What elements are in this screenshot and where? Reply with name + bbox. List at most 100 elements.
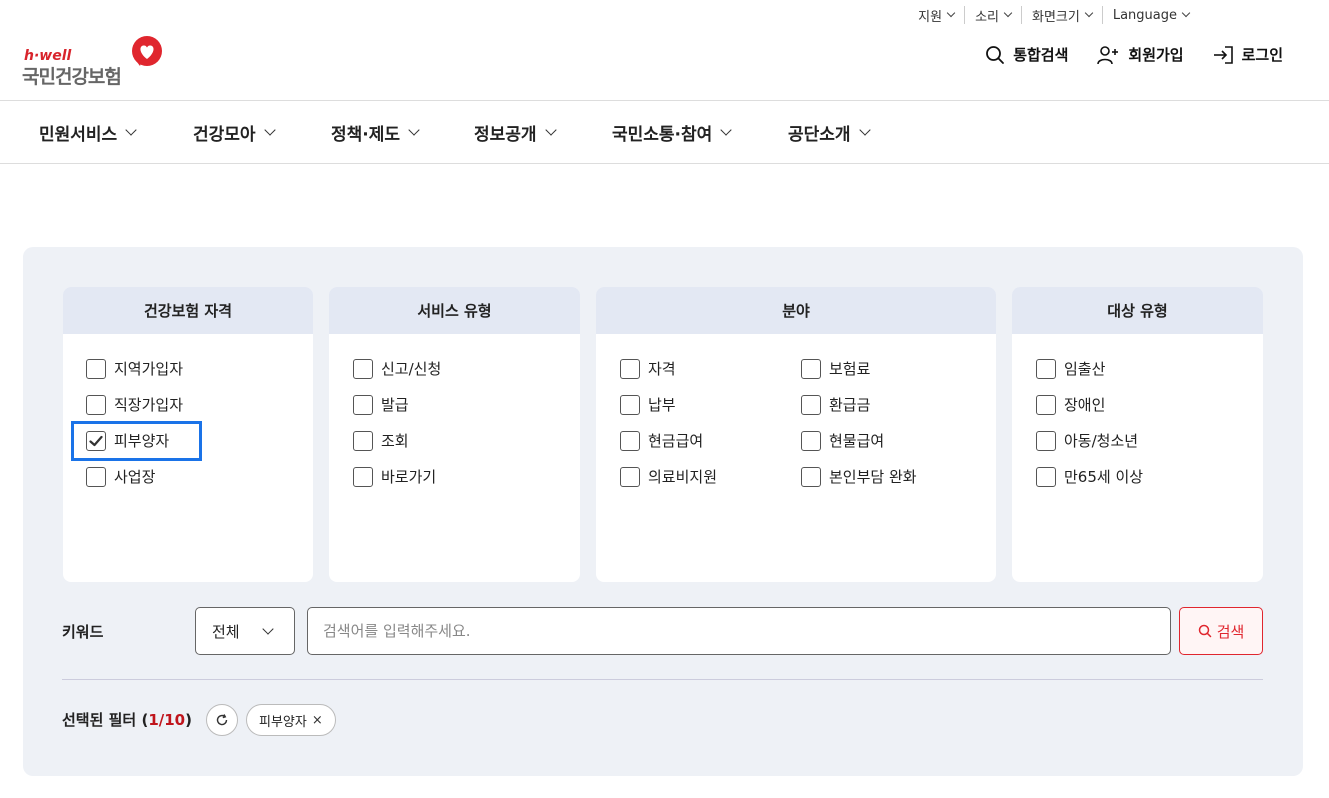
util-support[interactable]: 지원: [908, 6, 964, 25]
nav-about[interactable]: 공단소개: [788, 120, 871, 145]
chevron-down-icon: [263, 124, 276, 136]
selected-filters-prefix: 선택된 필터 (: [62, 711, 149, 729]
checkbox[interactable]: [1036, 466, 1056, 487]
checkbox-option[interactable]: 직장가입자: [86, 394, 183, 415]
checkbox[interactable]: [86, 394, 106, 415]
chevron-down-icon: [1003, 8, 1013, 18]
checkbox-label: 아동/청소년: [1064, 432, 1139, 450]
util-sound[interactable]: 소리: [964, 6, 1021, 25]
search-scope-select[interactable]: 전체: [195, 607, 295, 655]
keyword-label: 키워드: [62, 623, 104, 641]
checkbox-option[interactable]: 현금급여: [620, 430, 703, 451]
nav-policy[interactable]: 정책·제도: [331, 120, 420, 145]
util-language[interactable]: Language: [1101, 6, 1199, 24]
checkbox[interactable]: [86, 358, 106, 379]
checkbox-option[interactable]: 조회: [353, 430, 409, 451]
checkbox-label: 자격: [648, 360, 676, 378]
user-add-icon: [1097, 45, 1119, 64]
checkbox-option[interactable]: 현물급여: [801, 430, 884, 451]
checkbox-option[interactable]: 발급: [353, 394, 409, 415]
checkbox-option[interactable]: 환급금: [801, 394, 870, 415]
chevron-down-icon: [720, 124, 732, 136]
util-language-label: Language: [1112, 7, 1177, 23]
nav-info-disclosure-label: 정보공개: [474, 125, 537, 145]
nav-about-label: 공단소개: [788, 125, 851, 145]
chevron-down-icon: [262, 623, 274, 635]
checkbox-option[interactable]: 신고/신청: [353, 358, 441, 379]
search-scope-value: 전체: [212, 622, 240, 641]
checkbox-label: 발급: [381, 396, 409, 414]
checkbox-label: 바로가기: [381, 468, 437, 486]
nav-info-disclosure[interactable]: 정보공개: [474, 120, 557, 145]
refresh-icon: [216, 714, 228, 726]
checkbox-option[interactable]: 지역가입자: [86, 358, 183, 379]
login-label: 로그인: [1241, 46, 1283, 64]
nav-health-moa[interactable]: 건강모아: [193, 120, 276, 145]
chevron-down-icon: [125, 124, 137, 136]
checkbox-option[interactable]: 임출산: [1036, 358, 1105, 379]
checkbox-option[interactable]: 보험료: [801, 358, 870, 379]
checkbox-label: 만65세 이상: [1064, 468, 1144, 486]
chevron-down-icon: [544, 124, 557, 136]
checkbox[interactable]: [353, 358, 373, 379]
selected-filters-count: 1/10: [148, 711, 186, 729]
search-button[interactable]: 검색: [1179, 607, 1263, 655]
checkbox-option[interactable]: 아동/청소년: [1036, 430, 1138, 451]
search-button-label: 검색: [1216, 622, 1245, 641]
checkbox[interactable]: [620, 466, 640, 487]
util-font-size[interactable]: 화면크기: [1021, 6, 1102, 25]
checkbox-option[interactable]: 사업장: [86, 466, 155, 487]
checkbox[interactable]: [801, 394, 821, 415]
checkbox-label: 납부: [648, 396, 676, 414]
nav-health-moa-label: 건강모아: [193, 125, 256, 145]
nav-communication[interactable]: 국민소통·참여: [612, 120, 732, 145]
signup-link[interactable]: 회원가입: [1096, 44, 1184, 65]
checkbox[interactable]: [620, 358, 640, 379]
checkbox-option[interactable]: 만65세 이상: [1036, 466, 1143, 487]
checkbox-option[interactable]: 바로가기: [353, 466, 436, 487]
checkbox-label: 지역가입자: [114, 360, 184, 378]
checkbox-option[interactable]: 본인부담 완화: [801, 466, 917, 487]
checkbox-label: 본인부담 완화: [829, 468, 917, 486]
reset-filters-button[interactable]: [206, 704, 238, 736]
search-input[interactable]: [307, 607, 1171, 655]
heart-logo-icon: [130, 36, 164, 70]
checkbox[interactable]: [1036, 430, 1056, 451]
checkbox-label: 장애인: [1064, 396, 1106, 414]
checkbox[interactable]: [620, 394, 640, 415]
close-icon[interactable]: ×: [312, 713, 323, 728]
checkbox-option[interactable]: 자격: [620, 358, 676, 379]
checkbox[interactable]: [353, 394, 373, 415]
checkbox[interactable]: [801, 430, 821, 451]
checkbox[interactable]: [1036, 358, 1056, 379]
checkbox[interactable]: [353, 430, 373, 451]
selected-filter-chip[interactable]: 피부양자 ×: [246, 704, 336, 736]
checkbox[interactable]: [801, 358, 821, 379]
checkbox[interactable]: [86, 466, 106, 487]
integrated-search-link[interactable]: 통합검색: [985, 44, 1068, 65]
checkbox-option[interactable]: 납부: [620, 394, 676, 415]
selected-filters-label: 선택된 필터 (1/10): [62, 709, 192, 730]
checkbox[interactable]: [801, 466, 821, 487]
site-logo[interactable]: h·well 국민건강보험: [22, 36, 172, 88]
checkbox-label: 의료비지원: [648, 468, 718, 486]
search-icon: [986, 45, 1005, 64]
chevron-down-icon: [858, 124, 871, 136]
checkbox-option[interactable]: 의료비지원: [620, 466, 717, 487]
logo-name: 국민건강보험: [22, 66, 122, 88]
nav-communication-label: 국민소통·참여: [612, 125, 713, 145]
checkbox-label: 조회: [381, 432, 409, 450]
checkbox[interactable]: [1036, 394, 1056, 415]
nav-civil-services[interactable]: 민원서비스: [39, 120, 137, 145]
checkbox-option[interactable]: 장애인: [1036, 394, 1105, 415]
checkbox-label: 현금급여: [648, 432, 704, 450]
checkbox[interactable]: [620, 430, 640, 451]
checkbox[interactable]: [353, 466, 373, 487]
checkbox-label: 보험료: [829, 360, 871, 378]
signup-label: 회원가입: [1128, 46, 1184, 64]
target-filter-title: 대상 유형: [1012, 287, 1263, 334]
checkbox-label: 현물급여: [829, 432, 885, 450]
util-font-size-label: 화면크기: [1032, 9, 1080, 25]
login-link[interactable]: 로그인: [1212, 44, 1283, 65]
selection-highlight: [71, 421, 202, 461]
